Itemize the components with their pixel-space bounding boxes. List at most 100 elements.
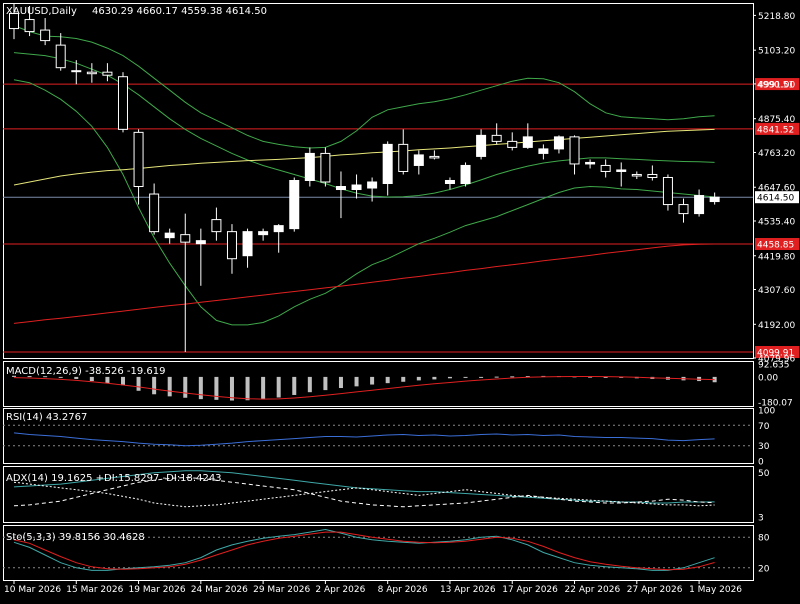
candle-body [429, 155, 440, 159]
price-axis-label: 4419.80 [758, 252, 795, 262]
time-axis-label: 27 Apr 2026 [627, 585, 683, 595]
adx-panel[interactable]: 50 3 ADX(14) 19.1625 +DI:15.8297 -DI:18.4… [3, 466, 770, 524]
macd-histogram-bar [479, 376, 484, 378]
time-axis-label: 1 May 2026 [689, 585, 742, 595]
price-axis: 5218.80 5103.20 4991.00 4875.40 4763.20 4647.… [753, 12, 795, 365]
candle-body [273, 225, 284, 233]
candle-body [444, 179, 455, 185]
adx-axis-label: 50 [758, 469, 770, 479]
time-axis-label: 8 Apr 2026 [378, 585, 428, 595]
macd-panel[interactable]: 92.6350.00-180.07 MACD(12,26,9) -38.526 … [3, 361, 793, 409]
macd-histogram-bar [292, 376, 297, 395]
macd-axis: 92.6350.00-180.07 [758, 361, 793, 409]
rsi-line [13, 432, 715, 447]
stochastic-panel[interactable]: 80 20 Sto(5,3,3) 39.8156 30.4628 [3, 525, 770, 581]
macd-histogram-bar [494, 376, 499, 378]
price-panel[interactable]: 4990.514841.524614.504458.854099.91 5218… [3, 3, 799, 365]
candle-body [40, 29, 51, 42]
candle-body [71, 70, 82, 73]
candle-body [694, 195, 705, 215]
candle-body [24, 19, 35, 33]
candle-body [102, 71, 113, 76]
macd-histogram-bar [307, 376, 312, 393]
candle-body [398, 143, 409, 172]
macd-histogram-bar [261, 376, 266, 400]
rsi-axis: 100 70 30 0 [758, 407, 775, 468]
stochastic-axis-label: 20 [758, 564, 770, 574]
price-axis-label: 5218.80 [758, 12, 795, 22]
candle-body [709, 196, 720, 203]
time-axis-label: 19 Mar 2026 [129, 585, 186, 595]
candle-body [522, 136, 533, 148]
candles [9, 3, 720, 352]
candle-body [304, 152, 315, 181]
candle-body [569, 136, 580, 165]
candle-body [117, 76, 128, 130]
candle-body [195, 240, 206, 245]
macd-histogram-bar [74, 376, 79, 379]
macd-histogram-bar [245, 376, 250, 401]
candle-body [164, 232, 175, 239]
adx-label: ADX(14) 19.1625 +DI:15.8297 -DI:18.4243 [6, 473, 222, 484]
macd-histogram-bar [338, 376, 343, 389]
moving-average-yellow-line [13, 128, 715, 186]
macd-histogram-bar [136, 376, 141, 391]
candle-body [367, 181, 378, 189]
candle-body [55, 44, 66, 69]
candle-body [647, 173, 658, 178]
macd-histogram-bar [385, 376, 390, 384]
rsi-panel[interactable]: 100 70 30 0 RSI(14) 43.2767 [3, 407, 775, 468]
macd-histogram-bar [447, 376, 452, 379]
rsi-marks [3, 424, 753, 447]
candle-body [289, 179, 300, 230]
time-axis-label: 13 Apr 2026 [440, 585, 496, 595]
price-axis-label: 4763.20 [758, 149, 795, 159]
moving-average-red-line [13, 243, 715, 324]
candle-body [600, 164, 611, 172]
macd-marks [12, 375, 717, 401]
price-axis-label: 5103.20 [758, 47, 795, 57]
time-axis-label: 29 Mar 2026 [253, 585, 310, 595]
price-axis-label: 4875.40 [758, 115, 795, 125]
macd-histogram-bar [89, 376, 94, 382]
candle-body [460, 164, 471, 185]
macd-histogram-bar [198, 376, 203, 400]
macd-histogram-bar [229, 376, 234, 401]
time-axis-label: 17 Apr 2026 [502, 585, 558, 595]
candle-body [585, 161, 596, 165]
price-axis-label: 4307.60 [758, 286, 795, 296]
rsi-axis-label: 100 [758, 407, 775, 417]
macd-histogram-bar [510, 376, 515, 378]
candle-body [413, 154, 424, 166]
candle-body [662, 176, 673, 206]
chart-window[interactable]: 4990.51 4841.52 4614.50 4458.85 4099.91 5218… [0, 0, 800, 600]
macd-label: MACD(12,26,9) -38.526 -19.619 [6, 366, 166, 377]
candle-body [211, 219, 222, 233]
macd-histogram-bar [416, 376, 421, 381]
candle-body [476, 134, 487, 157]
macd-histogram-bar [401, 376, 406, 382]
candle-body [226, 231, 237, 260]
candle-body [631, 173, 642, 177]
price-tag-label: 4458.85 [757, 241, 794, 251]
macd-histogram-bar [183, 376, 188, 398]
price-axis-label: 4991.00 [758, 80, 795, 90]
chart-canvas[interactable]: 4990.514841.524614.504458.854099.91 5218… [0, 0, 800, 600]
candle-body [133, 131, 144, 188]
candle-body [258, 231, 269, 236]
macd-signal-line [13, 376, 715, 400]
price-axis-label: 4647.60 [758, 184, 795, 194]
macd-histogram-bar [58, 376, 63, 378]
macd-histogram-bar [463, 376, 468, 378]
time-axis-label: 15 Mar 2026 [66, 585, 123, 595]
price-axis-label: 4192.00 [758, 321, 795, 331]
stochastic-axis: 80 20 [758, 534, 770, 575]
candle-body [553, 136, 564, 150]
macd-histogram-bar [105, 376, 110, 384]
macd-histogram-bar [370, 376, 375, 385]
macd-histogram-bar [167, 376, 172, 397]
candle-body [616, 169, 627, 172]
symbol-label: XAUUSD,Daily [6, 6, 77, 17]
adx-axis: 50 3 [758, 469, 770, 523]
price-tag-label: 4841.52 [757, 125, 794, 135]
